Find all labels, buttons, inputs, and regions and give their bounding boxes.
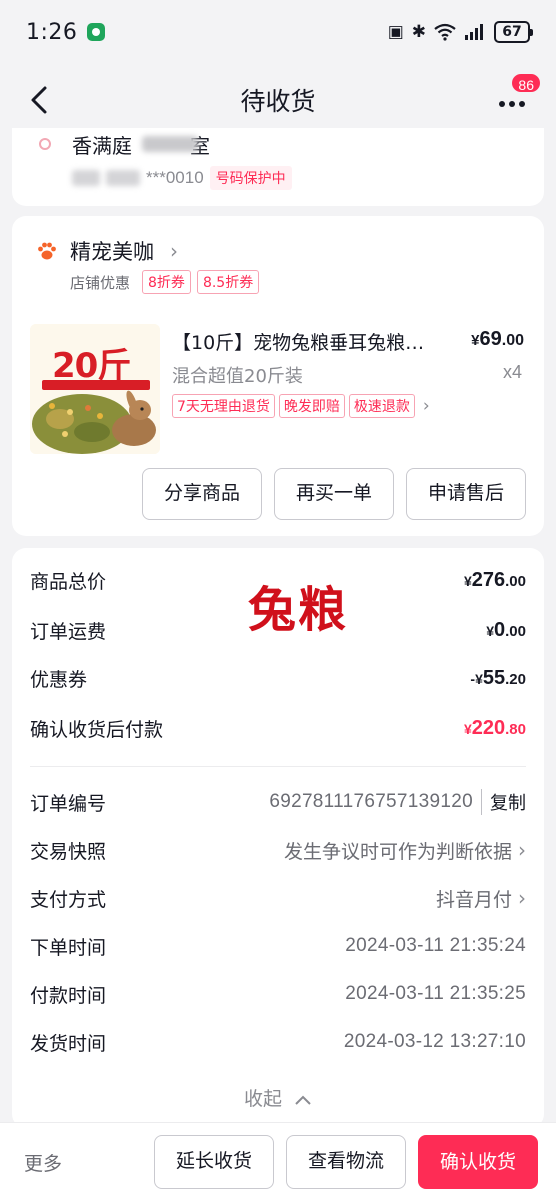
message-count-badge: 86: [510, 72, 542, 94]
shipping-fee-value: ¥0.00: [486, 618, 526, 641]
extend-receipt-button[interactable]: 延长收货: [154, 1135, 274, 1189]
order-time-row: 下单时间 2024-03-11 21:35:24: [30, 930, 526, 962]
paw-icon: [38, 242, 56, 260]
buy-again-button[interactable]: 再买一单: [274, 468, 394, 520]
payment-time-row: 付款时间 2024-03-11 21:35:25: [30, 978, 526, 1010]
divider: [30, 766, 526, 767]
phone-row: ***0010 号码保护中: [72, 166, 292, 190]
product-image[interactable]: 20斤: [30, 324, 160, 454]
payable-row: 确认收货后付款 ¥220.80: [30, 712, 526, 744]
promo-label: 店铺优惠: [70, 273, 131, 292]
order-number-row: 订单编号 6927811176757139120 复制: [30, 786, 526, 818]
row-label: 付款时间: [30, 984, 107, 1007]
product-title[interactable]: 【10斤】宠物兔粮垂耳兔粮…: [172, 328, 452, 355]
chevron-right-icon: ›: [170, 239, 178, 263]
shop-promo-row: 店铺优惠 8折券 8.5折券: [70, 270, 260, 294]
back-arrow-icon[interactable]: [24, 84, 56, 116]
chevron-right-icon: ›: [422, 396, 430, 416]
product-quantity: x4: [502, 362, 522, 382]
row-label: 商品总价: [30, 570, 107, 593]
confirm-receipt-button[interactable]: 确认收货: [418, 1135, 538, 1189]
phone-redaction: [72, 170, 100, 186]
row-label: 下单时间: [30, 936, 107, 959]
row-label: 订单运费: [30, 620, 107, 643]
goods-total-value: ¥276.00: [463, 568, 526, 591]
coupon-tag: 8.5折券: [196, 270, 260, 294]
coupon-tag: 8折券: [142, 270, 191, 294]
shipping-fee-row: 订单运费 ¥0.00: [30, 614, 526, 646]
nav-bar: 待收货 86: [0, 64, 556, 136]
chevron-right-icon: ›: [518, 886, 526, 910]
phone-redaction: [106, 170, 140, 186]
number-protection-tag: 号码保护中: [209, 166, 292, 190]
address-redaction: [142, 136, 198, 152]
product-card: 精宠美咖 › 店铺优惠 8折券 8.5折券 20斤 【10斤】宠物兔粮垂耳兔粮……: [12, 216, 544, 536]
row-label: 交易快照: [30, 840, 107, 863]
status-time: 1:26: [26, 19, 78, 45]
collapse-toggle[interactable]: 收起: [12, 1084, 544, 1111]
service-tag: 7天无理由退货: [172, 394, 275, 418]
app-notification-icon: [87, 23, 106, 41]
row-label: 订单编号: [30, 792, 107, 815]
location-dot-icon: [39, 138, 51, 150]
order-number: 6927811176757139120: [269, 791, 473, 812]
product-spec: 混合超值20斤装: [172, 366, 303, 387]
bluetooth-icon: ✱: [411, 22, 426, 42]
chevron-right-icon: ›: [518, 838, 526, 862]
share-product-button[interactable]: 分享商品: [142, 468, 262, 520]
chevron-up-icon: [295, 1095, 311, 1105]
collapse-label: 收起: [243, 1088, 282, 1110]
status-bar: 1:26 ▣ ✱ 67: [0, 0, 556, 64]
service-tag: 极速退款: [348, 394, 415, 418]
address-card[interactable]: 香满庭室 ***0010 号码保护中: [12, 128, 544, 206]
goods-total-row: 商品总价 ¥276.00: [30, 564, 526, 596]
ship-time-row: 发货时间 2024-03-12 13:27:10: [30, 1026, 526, 1058]
row-label: 发货时间: [30, 1032, 107, 1055]
shop-header[interactable]: 精宠美咖 ›: [36, 236, 178, 266]
row-label: 支付方式: [30, 888, 107, 911]
order-time-value: 2024-03-11 21:35:24: [345, 935, 526, 956]
ship-time-value: 2024-03-12 13:27:10: [343, 1031, 526, 1052]
signal-icon: [465, 24, 483, 40]
more-link[interactable]: 更多: [24, 1149, 62, 1176]
coupon-row: 优惠券 -¥55.20: [30, 662, 526, 694]
product-price: ¥69.00: [471, 328, 524, 350]
snapshot-value: 发生争议时可作为判断依据: [283, 840, 512, 863]
order-summary-card: 兔粮 商品总价 ¥276.00 订单运费 ¥0.00 优惠券 -¥55.20 确…: [12, 548, 544, 1128]
phone-number: ***0010: [146, 168, 204, 187]
view-logistics-button[interactable]: 查看物流: [286, 1135, 406, 1189]
status-icons: ▣ ✱ 67: [387, 21, 533, 43]
product-image-label: 20斤: [52, 346, 131, 386]
wifi-icon: [434, 23, 456, 41]
payment-method-value: 抖音月付: [435, 888, 512, 911]
shop-name: 精宠美咖: [70, 240, 154, 264]
bottom-action-bar: 更多 延长收货 查看物流 确认收货: [0, 1122, 556, 1200]
copy-button[interactable]: 复制: [481, 789, 526, 815]
service-tags[interactable]: 7天无理由退货 晚发即赔 极速退款 ›: [172, 394, 430, 418]
row-label: 优惠券: [30, 668, 88, 691]
payment-method-row[interactable]: 支付方式 抖音月付 ›: [30, 882, 526, 914]
service-tag: 晚发即赔: [278, 394, 345, 418]
coupon-value: -¥55.20: [470, 666, 526, 689]
battery-indicator: 67: [494, 21, 533, 43]
row-label: 确认收货后付款: [30, 718, 164, 741]
page-title: 待收货: [240, 87, 316, 116]
nfc-icon: ▣: [387, 22, 404, 42]
payable-value: ¥220.80: [463, 716, 526, 739]
after-sale-button[interactable]: 申请售后: [406, 468, 526, 520]
payment-time-value: 2024-03-11 21:35:25: [345, 983, 526, 1004]
snapshot-row[interactable]: 交易快照 发生争议时可作为判断依据 ›: [30, 834, 526, 866]
